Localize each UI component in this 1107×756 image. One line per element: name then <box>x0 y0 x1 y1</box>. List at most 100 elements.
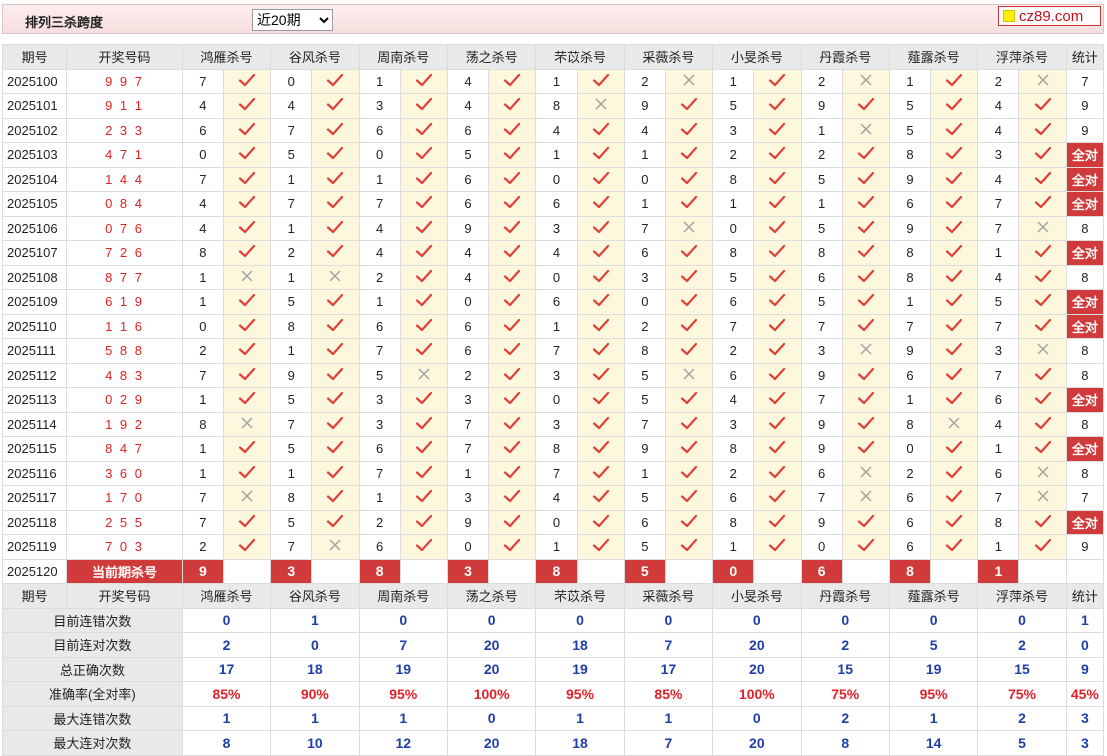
check-icon <box>680 98 698 111</box>
kill-value-cell: 5 <box>977 289 1020 315</box>
result-mark-cell <box>753 289 802 315</box>
kill-value-cell: 0 <box>358 142 401 168</box>
result-mark-cell <box>399 362 448 388</box>
check-icon <box>415 416 432 429</box>
current-period-cell: 2025120 <box>1 558 68 584</box>
period-cell: 2025101 <box>1 93 68 119</box>
col-header-expert: 谷风杀号 <box>270 583 360 609</box>
summary-value: 2 <box>977 632 1067 658</box>
kill-value-cell: 5 <box>270 509 313 535</box>
stat-cell: 8 <box>1065 362 1105 388</box>
result-mark-cell <box>311 166 360 192</box>
kill-value-cell: 4 <box>977 166 1020 192</box>
result-mark-cell <box>753 485 802 511</box>
result-mark-cell <box>576 93 625 119</box>
kill-value-cell: 7 <box>270 411 313 437</box>
result-mark-cell <box>841 313 890 339</box>
summary-value: 1 <box>181 705 272 731</box>
kill-value-cell: 2 <box>446 362 490 388</box>
kill-value-cell: 9 <box>446 509 490 535</box>
kill-value-cell: 1 <box>358 289 401 315</box>
kill-value-cell: 6 <box>446 117 490 143</box>
result-mark-cell <box>222 436 272 462</box>
kill-value-cell: 4 <box>446 240 490 266</box>
result-mark-cell <box>399 191 448 217</box>
check-icon <box>680 465 698 478</box>
check-icon <box>769 514 786 527</box>
summary-value: 0 <box>181 607 272 633</box>
period-range-select[interactable]: 近20期 <box>252 9 333 31</box>
check-icon <box>327 245 344 258</box>
summary-row: 准确率(全对率) 85% 90% 95% 100% 95% 85% 100% 75% 95% 75%… <box>2 681 1105 707</box>
stat-cell: 8 <box>1065 338 1105 364</box>
period-cell: 2025103 <box>1 142 68 168</box>
result-mark-cell <box>664 436 714 462</box>
site-logo[interactable]: cz89.com <box>998 6 1101 26</box>
period-cell: 2025108 <box>1 264 68 290</box>
summary-value: 85% <box>181 681 272 707</box>
result-mark-cell <box>1018 485 1067 511</box>
check-icon <box>238 220 256 233</box>
result-mark-cell <box>930 93 979 119</box>
kill-value-cell: 1 <box>712 191 755 217</box>
check-icon <box>327 98 344 111</box>
check-icon <box>238 73 256 86</box>
check-icon <box>504 514 521 527</box>
period-cell: 2025118 <box>1 509 68 535</box>
check-icon <box>946 539 963 552</box>
kill-value-cell: 9 <box>800 362 843 388</box>
summary-value: 1 <box>358 705 448 731</box>
check-icon <box>769 294 786 307</box>
draw-number-cell: 0 8 4 <box>66 191 183 217</box>
kill-value-cell: 9 <box>623 436 666 462</box>
summary-value: 1 <box>1065 607 1105 633</box>
result-mark-cell <box>1018 534 1067 560</box>
check-icon <box>946 514 963 527</box>
check-icon <box>238 122 256 135</box>
result-mark-cell <box>399 68 448 94</box>
result-mark-cell <box>488 142 537 168</box>
check-icon <box>504 269 521 282</box>
result-mark-cell <box>576 68 625 94</box>
check-icon <box>946 269 963 282</box>
check-icon <box>1034 318 1051 331</box>
stat-cell: 全对 <box>1065 166 1105 192</box>
stat-cell: 全对 <box>1065 509 1105 535</box>
kill-value-cell: 2 <box>712 142 755 168</box>
result-mark-cell <box>488 362 537 388</box>
kill-value-cell: 5 <box>800 289 843 315</box>
result-mark-cell <box>664 215 714 241</box>
kill-value-cell: 4 <box>446 264 490 290</box>
summary-value: 90% <box>270 681 360 707</box>
result-mark-cell <box>222 411 272 437</box>
summary-value: 20 <box>446 656 537 682</box>
check-icon <box>769 220 786 233</box>
result-mark-cell <box>576 534 625 560</box>
table-row: 2025100 9 9 770141212127 <box>1 68 1105 94</box>
result-mark-cell <box>1018 313 1067 339</box>
kill-value-cell: 6 <box>977 460 1020 486</box>
result-mark-cell <box>753 534 802 560</box>
kill-value-cell: 0 <box>535 166 578 192</box>
check-icon <box>680 441 698 454</box>
result-mark-cell <box>488 215 537 241</box>
result-mark-cell <box>1018 117 1067 143</box>
summary-value: 45% <box>1065 681 1105 707</box>
check-icon <box>592 343 609 356</box>
period-cell: 2025110 <box>1 313 68 339</box>
summary-value: 0 <box>535 607 625 633</box>
kill-value-cell: 4 <box>977 264 1020 290</box>
check-icon <box>592 392 609 405</box>
kill-value-cell: 2 <box>800 68 843 94</box>
result-mark-cell <box>576 215 625 241</box>
result-mark-cell <box>576 485 625 511</box>
result-mark-cell <box>311 313 360 339</box>
check-icon <box>238 343 256 356</box>
result-mark-cell <box>664 411 714 437</box>
summary-value: 20 <box>712 730 802 756</box>
result-mark-cell <box>664 191 714 217</box>
kill-value-cell: 2 <box>270 240 313 266</box>
cross-icon <box>860 123 872 135</box>
kill-value-cell: 1 <box>181 436 224 462</box>
check-icon <box>946 392 963 405</box>
